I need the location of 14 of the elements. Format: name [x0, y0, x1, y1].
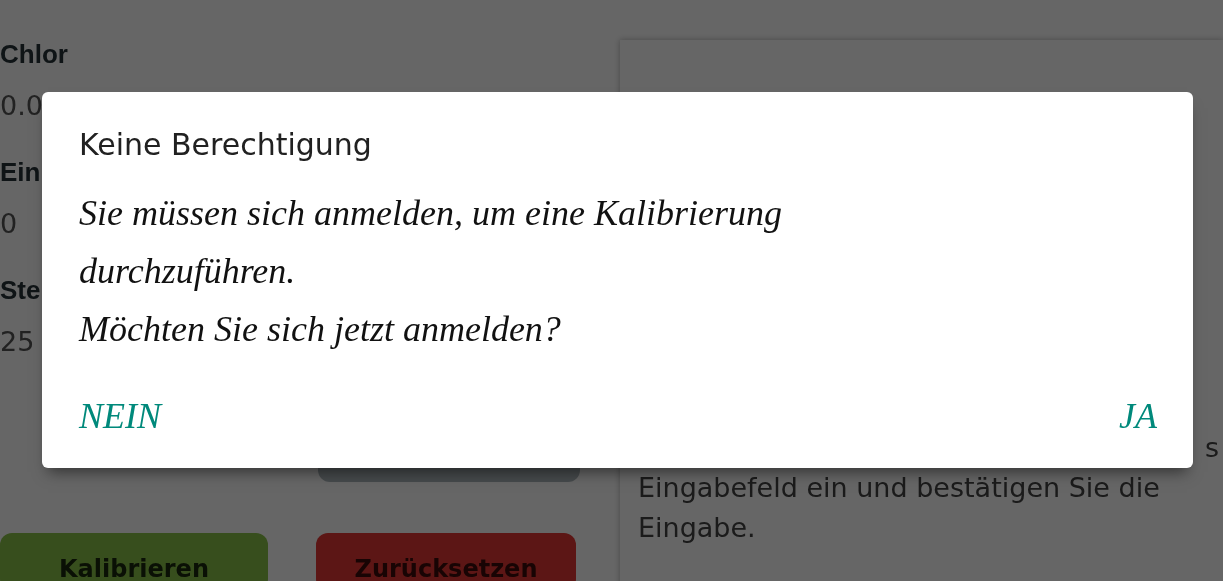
help-text: Eingabe. [638, 512, 756, 543]
dialog-button[interactable]: NEIN [79, 398, 161, 434]
dialog-button[interactable]: JA [1119, 398, 1157, 434]
field-label: Ein [0, 157, 41, 187]
field-value: 25 [0, 326, 35, 357]
field-value: 0 [0, 208, 18, 239]
help-text: s [1204, 432, 1219, 463]
dialog-message: Sie müssen sich anmelden, um eine Kalibrierung durchzuführen. [79, 193, 782, 291]
field-label: Chlor [0, 39, 68, 69]
help-text: Eingabefeld ein und bestätigen Sie die [638, 472, 1160, 503]
dialog-message: Möchten Sie sich jetzt anmelden? [79, 309, 561, 349]
field-label: Ste [0, 275, 41, 305]
field-value: 0.0 [0, 90, 43, 121]
dialog-title: Keine Berechtigung [79, 127, 372, 162]
